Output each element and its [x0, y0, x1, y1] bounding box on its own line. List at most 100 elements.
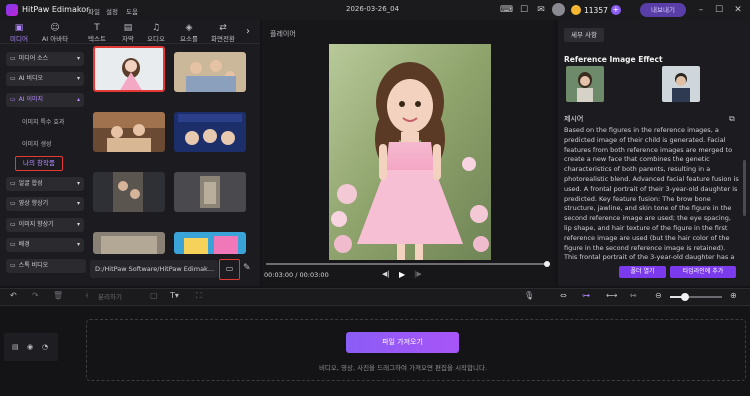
chevron-up-icon: ▴ [76, 96, 80, 103]
menu-file[interactable]: 파일 [88, 6, 100, 16]
tab-ai-avatar[interactable]: ☺ AI 아바타 [38, 23, 72, 43]
delete-icon[interactable]: 🗑 [53, 290, 63, 302]
magnet-icon[interactable]: ⊶ [582, 290, 590, 302]
sidebar-item-ai-video[interactable]: ▭ AI 비디오 ▾ [6, 72, 84, 86]
previous-frame-icon[interactable]: ◀| [382, 270, 390, 278]
split-icon[interactable]: ⟊ [86, 290, 88, 302]
zoom-slider-handle[interactable] [681, 293, 689, 301]
chevron-down-icon: ▾ [76, 241, 80, 248]
zoom-out-icon[interactable]: ⊖ [655, 290, 662, 302]
sidebar-subitem-image-generation[interactable]: 이미지 생성 [22, 139, 52, 148]
ai-video-icon: ▭ [10, 75, 16, 82]
coin-icon [571, 5, 581, 15]
avatar-icon: ☺ [50, 23, 60, 33]
sidebar-item-video-enhancer[interactable]: ▭ 영상 향상기 ▾ [6, 197, 84, 211]
preview-image [329, 44, 491, 260]
menu-help[interactable]: 도움 [126, 6, 138, 16]
credits-display[interactable]: 11357 + [571, 4, 621, 16]
credits-count: 11357 [584, 5, 608, 15]
player-label: 플레이어 [270, 30, 296, 38]
chevron-right-icon[interactable]: › [246, 26, 250, 37]
sidebar-item-stock-video[interactable]: ▭ 스톡 비디오 [6, 259, 86, 273]
media-thumbnail[interactable] [93, 112, 165, 152]
face-icon: ▭ [10, 180, 16, 187]
chevron-down-icon: ▾ [76, 200, 80, 207]
reference-image[interactable] [662, 66, 700, 102]
edit-pencil-icon[interactable]: ✎ [243, 263, 251, 273]
message-icon[interactable]: ☐ [518, 4, 530, 16]
media-thumbnail[interactable] [93, 46, 165, 92]
tab-media[interactable]: ▣ 미디어 [2, 23, 36, 43]
import-hint: 비디오, 영상, 사진을 드래그하여 가져오면 편집을 시작합니다. [318, 364, 488, 372]
fit-icon[interactable]: ⇿ [630, 290, 637, 302]
ai-image-icon: ▭ [10, 96, 16, 103]
track-icon: ▤ [12, 343, 19, 351]
open-folder-button[interactable]: ▭ [219, 259, 240, 280]
copy-icon[interactable]: ⧉ [729, 114, 735, 124]
app-name: HitPaw Edimakor [22, 5, 90, 14]
snap-icon[interactable]: ⟷ [606, 290, 617, 302]
folder-icon: ▭ [225, 264, 234, 273]
visibility-icon[interactable]: ◉ [27, 343, 33, 351]
zoom-in-icon[interactable]: ⊕ [730, 290, 737, 302]
feedback-icon[interactable]: ✉ [535, 4, 547, 16]
app-logo-icon [6, 4, 18, 16]
export-button[interactable]: 내보내기 [640, 3, 686, 17]
tab-text[interactable]: T 텍스트 [80, 23, 114, 43]
undo-icon[interactable]: ↶ [10, 290, 17, 302]
link-icon[interactable]: ⇔ [560, 290, 567, 302]
media-thumbnail[interactable] [174, 232, 246, 254]
tab-elements[interactable]: ◈ 요소를 [172, 23, 206, 43]
sidebar-item-image-enhancer[interactable]: ▭ 이미지 향상기 ▾ [6, 218, 84, 232]
close-icon[interactable]: ✕ [731, 3, 745, 17]
playhead-handle[interactable] [544, 261, 550, 267]
minimize-icon[interactable]: – [694, 3, 708, 17]
sidebar-item-background[interactable]: ▭ 배경 ▾ [6, 238, 84, 252]
tab-transition[interactable]: ⇄ 화면전환 [206, 23, 240, 43]
sidebar-subitem-my-creations[interactable]: 나의 창작품 [15, 156, 63, 171]
sidebar-item-face-swap[interactable]: ▭ 얼굴 합성 ▾ [6, 177, 84, 191]
chevron-down-icon: ▾ [76, 75, 80, 82]
import-file-button[interactable]: 파일 가져오기 [346, 332, 459, 353]
sidebar-item-media-source[interactable]: ▭ 미디어 소스 ▾ [6, 52, 84, 66]
chevron-down-icon: ▾ [76, 221, 80, 228]
split-label[interactable]: 분리하기 [98, 291, 122, 301]
sidebar-subitem-image-effects[interactable]: 이미지 특수 효과 [22, 117, 64, 126]
tab-details[interactable]: 세부 사항 [564, 28, 604, 42]
reference-effect-title: Reference Image Effect [564, 55, 663, 64]
prompt-label: 제시어 [564, 115, 584, 123]
audio-icon: ♫ [151, 23, 161, 33]
next-frame-icon[interactable]: |▶ [414, 270, 422, 278]
freeze-frame-icon[interactable]: ▢ [150, 290, 158, 302]
reference-image[interactable] [566, 66, 604, 102]
media-thumbnail[interactable] [174, 112, 246, 152]
lock-icon[interactable]: ◔ [42, 343, 48, 351]
media-thumbnail[interactable] [174, 52, 246, 92]
media-thumbnail[interactable] [93, 232, 165, 254]
project-name: 2026-03-26_04 [346, 5, 400, 13]
play-icon[interactable]: ▶ [399, 270, 405, 279]
media-path-field[interactable]: D:/HitPaw Software/HitPaw Edimak... [90, 260, 218, 278]
media-icon: ▣ [14, 23, 24, 33]
chevron-down-icon: ▾ [76, 180, 80, 187]
add-credits-icon[interactable]: + [610, 5, 621, 15]
redo-icon[interactable]: ↷ [32, 290, 39, 302]
maximize-icon[interactable]: ☐ [712, 3, 726, 17]
open-folder-button[interactable]: 폴더 열기 [619, 266, 666, 278]
menu-settings[interactable]: 설정 [106, 6, 118, 16]
text-tool-icon[interactable]: T▾ [170, 290, 179, 302]
folder-icon: ▭ [10, 55, 16, 62]
media-thumbnail[interactable] [93, 172, 165, 212]
prompt-scrollbar[interactable] [743, 160, 746, 216]
sidebar-item-ai-image[interactable]: ▭ AI 이미지 ▴ [6, 93, 84, 107]
add-to-timeline-button[interactable]: 타임라인에 추가 [670, 266, 736, 278]
crop-icon[interactable]: ⛶ [196, 290, 202, 302]
playback-progress[interactable] [266, 263, 548, 265]
prompt-text: Based on the figures in the reference im… [564, 126, 739, 262]
user-avatar[interactable] [552, 3, 565, 16]
tab-audio[interactable]: ♫ 오디오 [139, 23, 173, 43]
keyboard-icon[interactable]: ⌨ [500, 4, 513, 16]
media-thumbnail[interactable] [174, 172, 246, 212]
microphone-icon[interactable]: 🎙 [524, 290, 534, 302]
timecode: 00:03:00 / 00:03:00 [264, 271, 329, 279]
